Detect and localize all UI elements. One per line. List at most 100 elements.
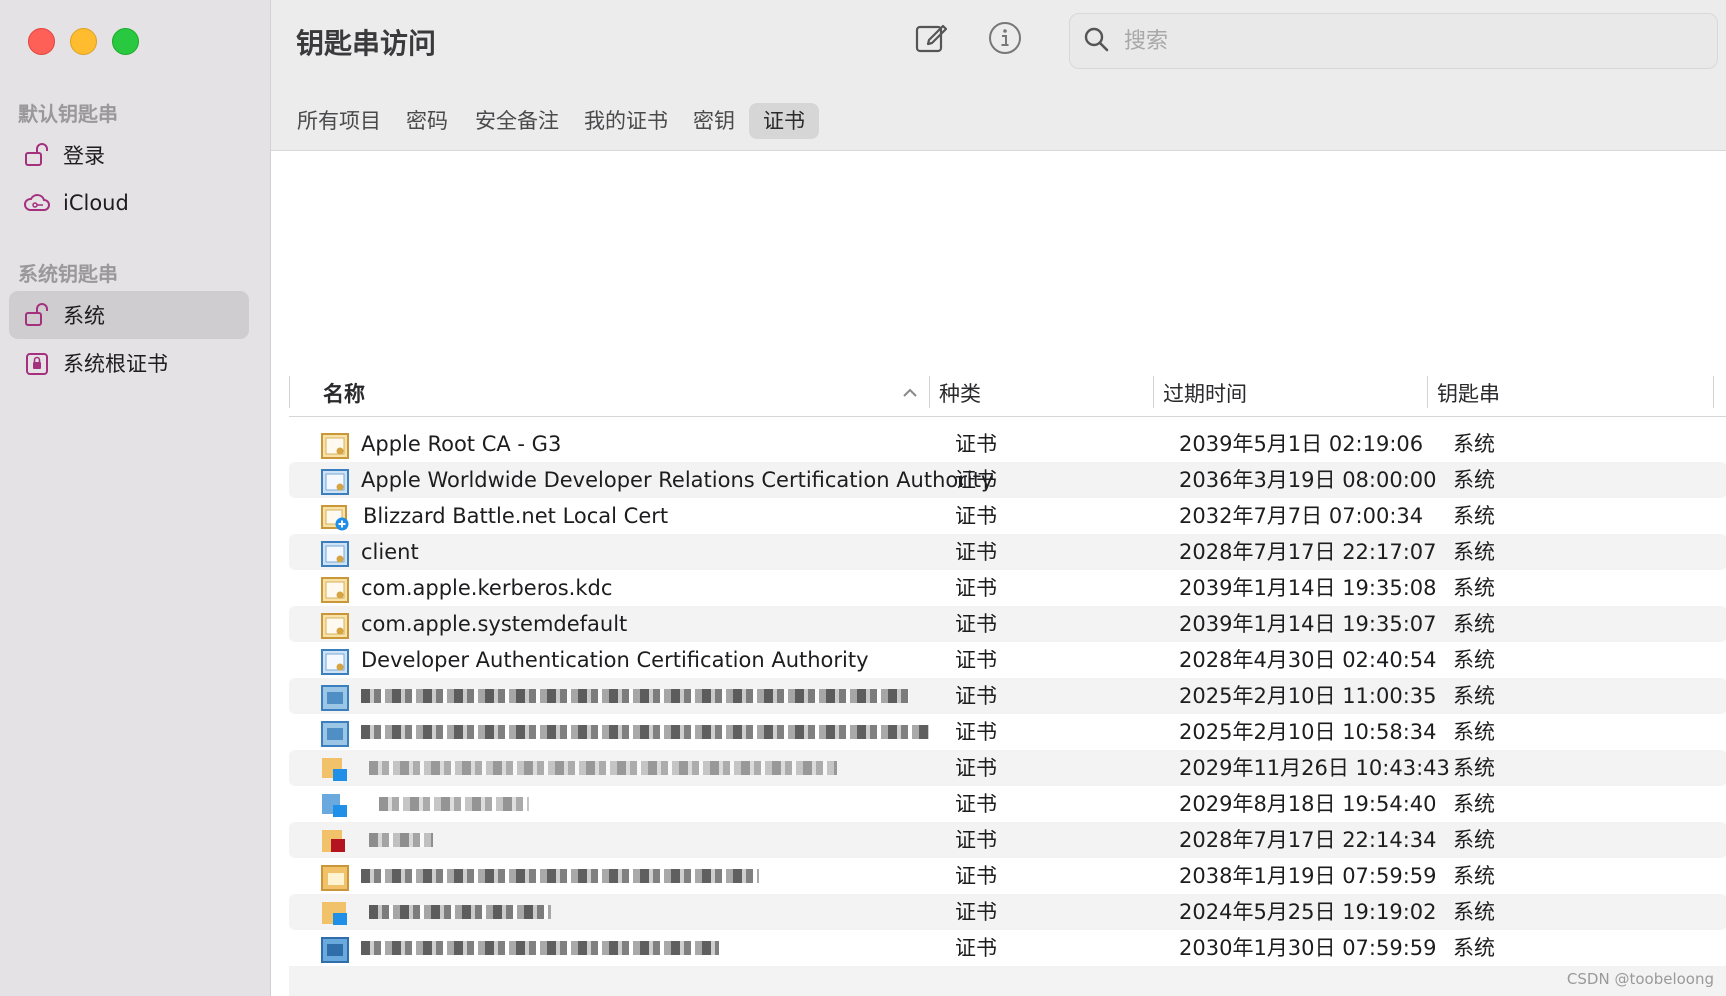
redacted-name (369, 833, 433, 847)
tab-my-certificates[interactable]: 我的证书 (570, 103, 682, 139)
window-title: 钥匙串访问 (296, 27, 437, 60)
sidebar-item-label: 系统根证书 (63, 352, 168, 376)
column-header-name[interactable]: 名称 (323, 376, 365, 412)
sidebar-item-label: iCloud (63, 191, 129, 215)
certificate-keychain: 系统 (1453, 684, 1495, 708)
sidebar-item-system[interactable]: 系统 (9, 291, 249, 339)
certificate-keychain: 系统 (1453, 900, 1495, 924)
certificate-name: com.apple.kerberos.kdc (361, 576, 613, 600)
certificate-keychain: 系统 (1453, 504, 1495, 528)
column-header-kind[interactable]: 种类 (939, 376, 981, 412)
tab-secure-notes[interactable]: 安全备注 (461, 103, 573, 139)
certificate-kind: 证书 (955, 864, 997, 888)
column-divider[interactable] (1153, 376, 1154, 408)
table-row[interactable]: com.apple.systemdefault 证书 2039年1月14日 19… (289, 606, 1726, 642)
tab-passwords[interactable]: 密码 (392, 103, 462, 139)
redacted-name (369, 905, 551, 919)
certificate-kind: 证书 (955, 612, 997, 636)
empty-row (289, 966, 1726, 996)
certificate-kind: 证书 (955, 684, 997, 708)
certificate-kind: 证书 (955, 504, 997, 528)
redacted-name (361, 869, 759, 883)
table-row[interactable]: 证书 2038年1月19日 07:59:59 系统 (289, 858, 1726, 894)
column-divider[interactable] (1713, 376, 1714, 408)
certificate-keychain: 系统 (1453, 756, 1495, 780)
table-row[interactable]: 证书 2029年8月18日 19:54:40 系统 (289, 786, 1726, 822)
table-row[interactable]: Developer Authentication Certification A… (289, 642, 1726, 678)
table-row[interactable]: 证书 2028年7月17日 22:14:34 系统 (289, 822, 1726, 858)
redacted-name (361, 941, 719, 955)
search-input[interactable] (1122, 27, 1686, 55)
close-button[interactable] (28, 28, 55, 55)
certificate-expiry: 2030年1月30日 07:59:59 (1179, 936, 1437, 960)
certificate-icon (321, 721, 349, 747)
column-header-expires[interactable]: 过期时间 (1163, 376, 1247, 412)
minimize-button[interactable] (70, 28, 97, 55)
tab-all-items[interactable]: 所有项目 (283, 103, 395, 139)
certificate-kind: 证书 (955, 468, 997, 492)
maximize-button[interactable] (112, 28, 139, 55)
compose-icon (913, 20, 949, 60)
info-button[interactable] (985, 20, 1025, 60)
certificate-kind: 证书 (955, 540, 997, 564)
certificate-name: Developer Authentication Certification A… (361, 648, 869, 672)
certificate-name: Apple Root CA - G3 (361, 432, 562, 456)
unlock-icon (23, 141, 51, 169)
certificate-keychain: 系统 (1453, 936, 1495, 960)
sort-ascending-icon[interactable] (901, 384, 919, 402)
window-controls (28, 28, 139, 55)
certificate-kind: 证书 (955, 756, 997, 780)
table-row[interactable]: client 证书 2028年7月17日 22:17:07 系统 (289, 534, 1726, 570)
table-row[interactable]: Apple Root CA - G3 证书 2039年5月1日 02:19:06… (289, 426, 1726, 462)
certificate-keychain: 系统 (1453, 792, 1495, 816)
certificate-expiry: 2029年8月18日 19:54:40 (1179, 792, 1437, 816)
certificate-icon (321, 541, 349, 567)
certificate-expiry: 2028年4月30日 02:40:54 (1179, 648, 1437, 672)
certificate-icon (321, 613, 349, 639)
search-field[interactable] (1069, 13, 1718, 69)
column-divider (289, 376, 290, 408)
table-row[interactable]: 证书 2025年2月10日 10:58:34 系统 (289, 714, 1726, 750)
table-row[interactable]: Apple Worldwide Developer Relations Cert… (289, 462, 1726, 498)
column-header-keychain[interactable]: 钥匙串 (1437, 376, 1500, 412)
certificate-icon (321, 649, 349, 675)
certificate-kind: 证书 (955, 432, 997, 456)
certificate-icon (321, 757, 349, 783)
sidebar: 默认钥匙串 登录 iCloud 系统钥匙串 系统 系统根证书 (0, 0, 271, 996)
table-row[interactable]: com.apple.kerberos.kdc 证书 2039年1月14日 19:… (289, 570, 1726, 606)
table-row[interactable]: 证书 2030年1月30日 07:59:59 系统 (289, 930, 1726, 966)
certificate-keychain: 系统 (1453, 468, 1495, 492)
certificate-kind: 证书 (955, 936, 997, 960)
tab-certificates[interactable]: 证书 (749, 103, 819, 139)
sidebar-item-label: 登录 (63, 144, 105, 168)
sidebar-section-default: 默认钥匙串 (18, 102, 118, 126)
category-tabs: 所有项目 密码 安全备注 我的证书 密钥 证书 (271, 94, 1726, 151)
certificate-keychain: 系统 (1453, 576, 1495, 600)
tab-keys[interactable]: 密钥 (679, 103, 749, 139)
certificate-list: Apple Root CA - G3 证书 2039年5月1日 02:19:06… (289, 426, 1726, 966)
watermark: CSDN @toobeloong (1566, 970, 1714, 988)
certificate-kind: 证书 (955, 792, 997, 816)
table-row[interactable]: 证书 2024年5月25日 19:19:02 系统 (289, 894, 1726, 930)
certificate-icon (321, 685, 349, 711)
sidebar-item-icloud[interactable]: iCloud (9, 179, 249, 227)
certificate-expiry: 2039年1月14日 19:35:08 (1179, 576, 1437, 600)
certificate-icon (321, 937, 349, 963)
certificate-name: Blizzard Battle.net Local Cert (363, 504, 669, 528)
table-row[interactable]: Blizzard Battle.net Local Cert 证书 2032年7… (289, 498, 1726, 534)
new-item-button[interactable] (911, 20, 951, 60)
certificate-icon (321, 793, 349, 819)
unlock-icon (23, 301, 51, 329)
sidebar-item-system-roots[interactable]: 系统根证书 (9, 339, 249, 387)
table-row[interactable]: 证书 2029年11月26日 10:43:43 系统 (289, 750, 1726, 786)
certificate-keychain: 系统 (1453, 720, 1495, 744)
column-divider[interactable] (929, 376, 930, 408)
certificate-kind: 证书 (955, 648, 997, 672)
certificate-expiry: 2039年1月14日 19:35:07 (1179, 612, 1437, 636)
certificate-keychain: 系统 (1453, 648, 1495, 672)
table-row[interactable]: 证书 2025年2月10日 11:00:35 系统 (289, 678, 1726, 714)
column-divider[interactable] (1427, 376, 1428, 408)
sidebar-item-login[interactable]: 登录 (9, 131, 249, 179)
redacted-name (361, 689, 909, 703)
redacted-name (379, 797, 529, 811)
